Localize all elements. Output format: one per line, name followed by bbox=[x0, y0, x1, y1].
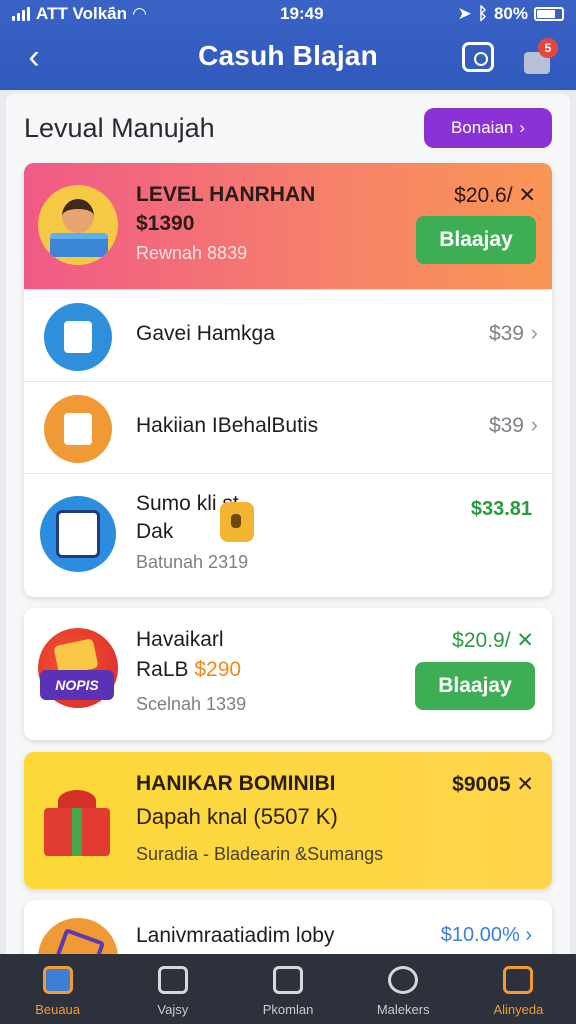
nav-row: ‹ Casuh Blajan 5 bbox=[0, 32, 576, 84]
list-item-label: Lanivmraatiadim loby bbox=[136, 924, 335, 947]
list-item-price: $39 bbox=[488, 414, 524, 437]
gift-price: $9005 ✕ bbox=[452, 772, 534, 797]
tab-bag[interactable]: Pkomlan bbox=[230, 954, 345, 1024]
promo-line2-prefix: RaLB bbox=[136, 658, 195, 681]
hero-buy-button[interactable]: Blaajay bbox=[416, 216, 536, 264]
level-hero: LEVEL HANRHAN $1390 Rewnah 8839 $20.6/ ✕… bbox=[24, 163, 552, 289]
hero-subtitle: Rewnah 8839 bbox=[136, 243, 248, 263]
gift-icon bbox=[40, 774, 116, 864]
tab-messages[interactable]: Vajsy bbox=[115, 954, 230, 1024]
list-item-title-line2: Dak bbox=[136, 520, 174, 543]
home-icon bbox=[42, 966, 73, 994]
carrier-label: ATT Volkä́n bbox=[36, 4, 127, 23]
promo-tag: NOPIS bbox=[40, 670, 114, 700]
list-item-price: $33.81 bbox=[470, 498, 532, 520]
gift-subtitle: Suradia - Bladearin &Sumangs bbox=[136, 844, 384, 864]
tab-label: Alinyeda bbox=[493, 1002, 544, 1017]
gift-card[interactable]: HANIKAR BOMINIBI Dapah knal (5507 K) Sur… bbox=[24, 752, 552, 889]
notification-badge: 5 bbox=[538, 38, 558, 58]
close-icon[interactable]: ✕ bbox=[518, 184, 536, 207]
status-bar: ATT Volkä́n ◠ 19:49 ➤ ᛒ 80% bbox=[0, 0, 576, 28]
promo-title: Havaikarl bbox=[136, 628, 224, 651]
list-item[interactable]: Gavei Hamkga $39 › bbox=[24, 289, 552, 381]
location-icon: ➤ bbox=[457, 4, 472, 23]
close-icon[interactable]: ✕ bbox=[516, 773, 534, 796]
list-item-label: Hakiian IBehalButis bbox=[136, 414, 319, 437]
calculator-icon bbox=[40, 496, 116, 572]
promo-buy-button[interactable]: Blaajay bbox=[415, 662, 535, 710]
chevron-right-icon: › bbox=[530, 320, 538, 345]
tab-label: Pkomlan bbox=[262, 1002, 314, 1017]
battery-icon bbox=[533, 7, 564, 21]
list-item-price: $39 bbox=[488, 322, 524, 345]
promo-price: $20.9/ ✕ bbox=[452, 628, 534, 653]
gift-detail: Dapah knal (5507 K) bbox=[136, 804, 338, 829]
list-item[interactable]: Sumo kli st Dak Batunah 2319 $33.81 bbox=[24, 473, 552, 597]
promo-card: NOPIS Havaikarl RaLB $290 Scelnah 1339 $… bbox=[24, 608, 552, 740]
promo-subtitle: Scelnah 1339 bbox=[136, 694, 247, 714]
coupon-icon: NOPIS bbox=[38, 628, 118, 708]
tab-search[interactable]: Malekers bbox=[346, 954, 461, 1024]
chevron-right-icon: › bbox=[530, 412, 538, 437]
tab-label: Vajsy bbox=[157, 1002, 189, 1017]
tab-label: Beuaua bbox=[35, 1002, 81, 1017]
monitor-icon bbox=[503, 966, 534, 994]
status-right: ➤ ᛒ 80% bbox=[458, 4, 564, 24]
status-left: ATT Volkä́n ◠ bbox=[12, 4, 146, 24]
list-item-price-value: $10.00% bbox=[440, 924, 520, 946]
signal-icon bbox=[12, 7, 30, 21]
level-card: LEVEL HANRHAN $1390 Rewnah 8839 $20.6/ ✕… bbox=[24, 163, 552, 597]
gift-title: HANIKAR BOMINIBI bbox=[136, 772, 336, 795]
promo-price-value: $20.9/ bbox=[452, 629, 511, 652]
list-item-subtitle: Batunah 2319 bbox=[136, 552, 249, 572]
lock-icon bbox=[220, 502, 254, 542]
promo-line2: RaLB $290 bbox=[136, 658, 241, 682]
section-action-button[interactable]: Bonaian › bbox=[424, 108, 552, 148]
section-action-label: Bonaian bbox=[450, 118, 514, 137]
bag-button[interactable]: 5 bbox=[522, 38, 558, 76]
bag-icon bbox=[273, 966, 303, 994]
promo-line2-accent: $290 bbox=[194, 658, 242, 681]
tab-label: Malekers bbox=[376, 1002, 430, 1017]
hero-amount: $1390 bbox=[136, 212, 195, 235]
close-icon[interactable]: ✕ bbox=[516, 629, 534, 652]
chevron-right-icon: › bbox=[525, 924, 532, 946]
ticket-icon bbox=[44, 395, 112, 463]
hero-price-value: $20.6/ bbox=[454, 184, 513, 207]
message-icon bbox=[157, 966, 188, 994]
hero-title: LEVEL HANRHAN bbox=[136, 183, 316, 206]
wifi-icon: ◠ bbox=[133, 4, 147, 23]
list-item[interactable]: Hakiian IBehalButis $39 › bbox=[24, 381, 552, 473]
tab-profile[interactable]: Alinyeda bbox=[461, 954, 576, 1024]
chevron-right-icon: › bbox=[519, 118, 526, 137]
hero-price: $20.6/ ✕ bbox=[454, 183, 536, 208]
chat-icon[interactable] bbox=[462, 42, 494, 72]
search-icon bbox=[388, 966, 419, 994]
app-header: ATT Volkä́n ◠ 19:49 ➤ ᛒ 80% ‹ Casuh Blaj… bbox=[0, 0, 576, 90]
bottom-tab-bar: Beuaua Vajsy Pkomlan Malekers Alinyeda bbox=[0, 954, 576, 1024]
document-icon bbox=[44, 303, 112, 371]
student-avatar-icon bbox=[38, 185, 118, 265]
tab-home[interactable]: Beuaua bbox=[0, 954, 115, 1024]
list-item-price: $10.00% › bbox=[441, 924, 532, 947]
status-time: 19:49 bbox=[280, 4, 324, 23]
section-title: Levual Manujah bbox=[24, 113, 215, 143]
battery-percent: 80% bbox=[493, 4, 528, 23]
list-item-label: Gavei Hamkga bbox=[136, 322, 275, 345]
bluetooth-icon: ᛒ bbox=[477, 4, 488, 23]
gift-price-value: $9005 bbox=[452, 773, 511, 796]
